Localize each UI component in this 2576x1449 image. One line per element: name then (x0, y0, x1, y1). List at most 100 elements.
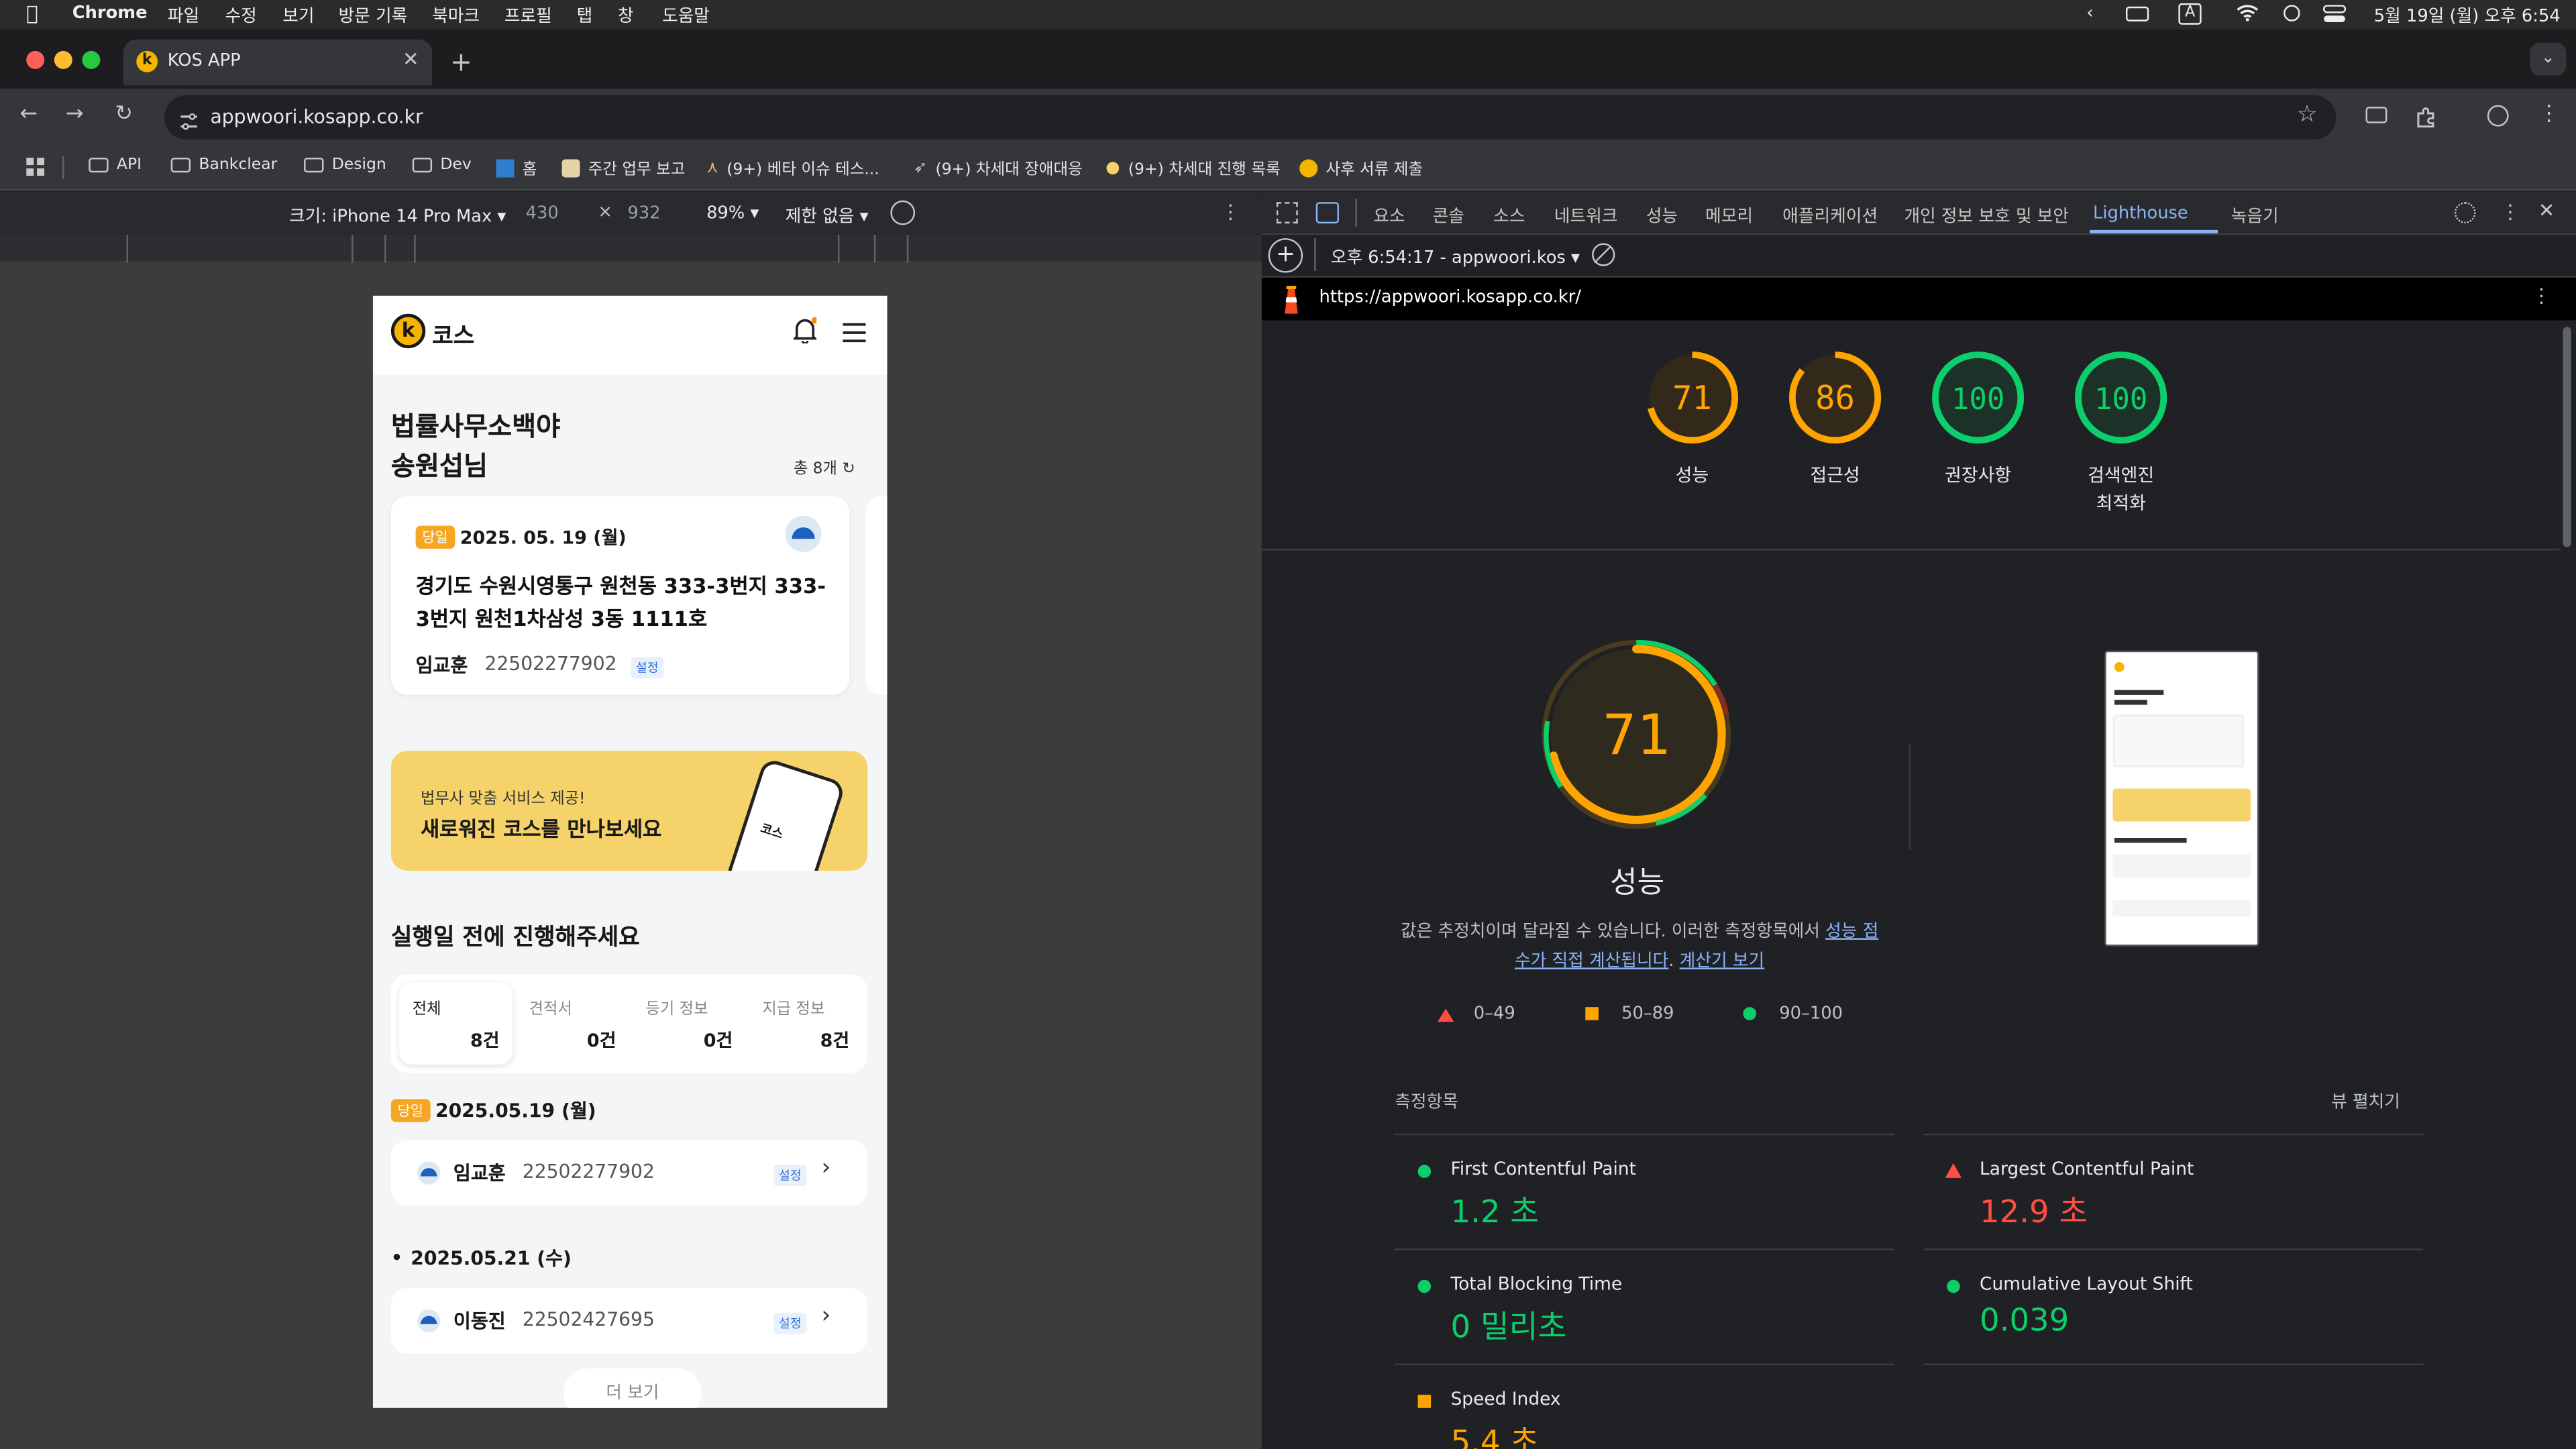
scrollbar-thumb[interactable] (2563, 327, 2571, 547)
next-card-peek[interactable] (865, 496, 888, 695)
calculator-link[interactable]: 계산기 보기 (1680, 951, 1764, 971)
control-center-icon[interactable] (2322, 5, 2347, 23)
menu-help[interactable]: 도움말 (662, 3, 710, 28)
bookmark-post-docs[interactable]: 사후 서류 제출 (1299, 156, 1423, 179)
device-toggle-icon[interactable] (1316, 202, 1339, 224)
rotate-icon[interactable] (890, 200, 916, 225)
list-item[interactable]: 이동진 22502427695 설정 › (390, 1288, 868, 1354)
wifi-icon[interactable] (2236, 3, 2259, 26)
refresh-icon[interactable]: ↻ (842, 460, 855, 478)
bookmark-api[interactable]: API (89, 156, 142, 174)
score-gauge[interactable]: 100 (1931, 350, 2026, 445)
filter-tab-registry[interactable]: 등기 정보 0건 (633, 983, 746, 1065)
devtools-tab-privacy[interactable]: 개인 정보 보호 및 보안 (1904, 204, 2069, 229)
score-gauge[interactable]: 86 (1788, 350, 1883, 445)
omnibox[interactable]: appwoori.kosapp.co.kr ☆ (164, 95, 2337, 140)
viewport-height-input[interactable]: 932 (628, 204, 661, 223)
case-card[interactable]: 당일 2025. 05. 19 (월) 경기도 수원시영통구 원천동 333-3… (390, 496, 850, 695)
tab-search-chevron-icon[interactable]: ⌄ (2530, 42, 2567, 76)
hamburger-menu-icon[interactable] (843, 319, 866, 343)
menu-chrome[interactable]: Chrome (72, 3, 148, 23)
display-icon[interactable] (2126, 6, 2149, 21)
divider (1314, 238, 1316, 272)
filter-tab-payment[interactable]: 지급 정보 8건 (749, 983, 863, 1065)
report-select[interactable]: 오후 6:54:17 - appwoori.kos ▾ (1331, 245, 1580, 270)
more-button[interactable]: 더 보기 (564, 1368, 702, 1408)
final-screenshot-thumbnail[interactable] (2104, 650, 2259, 947)
extensions-puzzle-icon[interactable] (2415, 103, 2436, 128)
bookmark-home[interactable]: 홈 (496, 156, 537, 179)
menu-window[interactable]: 창 (618, 3, 634, 28)
devtools-tab-sources[interactable]: 소스 (1493, 204, 1525, 229)
throttle-select[interactable]: 제한 없음 ▾ (786, 204, 869, 229)
menu-tab[interactable]: 탭 (577, 3, 593, 28)
list-item[interactable]: 임교훈 22502277902 설정 › (390, 1140, 868, 1206)
input-source-icon[interactable]: A (2178, 3, 2202, 25)
site-settings-icon[interactable] (179, 107, 199, 130)
devtools-tab-performance[interactable]: 성능 (1646, 204, 1678, 229)
bookmark-weekly-report[interactable]: 주간 업무 보고 (561, 156, 685, 179)
bookmark-design[interactable]: Design (304, 156, 386, 174)
score-gauge[interactable]: 100 (2074, 350, 2169, 445)
settings-gear-icon[interactable] (2454, 202, 2476, 224)
devtools-tab-elements[interactable]: 요소 (1373, 204, 1405, 229)
browser-tab-active[interactable]: k KOS APP ✕ (123, 39, 433, 86)
score-gauge[interactable]: 71 (1644, 350, 1739, 445)
bookmark-beta-issue[interactable]: ⋏ (9+) 베타 이슈 테스... (706, 156, 879, 179)
devtools-tab-recorder[interactable]: 녹음기 (2231, 204, 2279, 229)
camera-icon[interactable] (2365, 107, 2387, 123)
device-toolbar-kebab-icon[interactable]: ⋮ (1221, 201, 1240, 223)
window-minimize-button[interactable] (54, 50, 72, 69)
menu-bookmarks[interactable]: 북마크 (432, 3, 480, 28)
bookmark-dev[interactable]: Dev (412, 156, 472, 174)
notes-favicon-icon (561, 158, 580, 177)
bell-icon[interactable] (792, 317, 818, 345)
filter-tab-quote[interactable]: 견적서 0건 (516, 983, 629, 1065)
chevron-left-icon[interactable]: ‹ (2086, 3, 2093, 23)
new-report-plus-icon[interactable]: + (1268, 238, 1303, 273)
clear-reports-icon[interactable] (1592, 243, 1615, 266)
apps-grid-icon[interactable] (26, 158, 45, 176)
report-kebab-icon[interactable]: ⋮ (2532, 284, 2551, 307)
promo-banner[interactable]: 법무사 맞춤 서비스 제공! 새로워진 코스를 만나보세요 코스 (390, 751, 868, 871)
inspect-element-icon[interactable] (1276, 202, 1298, 224)
menu-view[interactable]: 보기 (282, 3, 314, 28)
bookmark-star-icon[interactable]: ☆ (2297, 102, 2318, 128)
close-devtools-icon[interactable]: ✕ (2538, 199, 2555, 221)
back-arrow-icon[interactable]: ← (19, 102, 38, 127)
report-url[interactable]: https://appwoori.kosapp.co.kr/ (1320, 288, 1581, 307)
close-tab-icon[interactable]: ✕ (402, 48, 419, 70)
bookmark-progress[interactable]: ● (9+) 차세대 진행 목록 (1106, 156, 1280, 179)
devtools-tab-application[interactable]: 애플리케이션 (1782, 204, 1878, 229)
profile-avatar-icon[interactable] (2487, 105, 2509, 127)
devtools-kebab-icon[interactable]: ⋮ (2500, 201, 2520, 223)
chrome-menu-kebab-icon[interactable]: ⋮ (2538, 102, 2560, 127)
expand-view-toggle[interactable]: 뷰 펼치기 (2331, 1089, 2400, 1114)
devtools-tab-lighthouse[interactable]: Lighthouse (2093, 204, 2188, 223)
url-text[interactable]: appwoori.kosapp.co.kr (210, 105, 423, 128)
devtools-tab-console[interactable]: 콘솔 (1433, 204, 1464, 229)
bookmark-incident[interactable]: ➶ (9+) 차세대 장애대응 (914, 156, 1083, 179)
new-tab-icon[interactable]: + (450, 46, 472, 78)
devtools-tab-memory[interactable]: 메모리 (1705, 204, 1753, 229)
window-close-button[interactable] (26, 50, 45, 69)
menu-profile[interactable]: 프로필 (504, 3, 552, 28)
thumb-line (2114, 837, 2187, 843)
forward-arrow-icon[interactable]: → (66, 102, 84, 127)
filter-tab-all[interactable]: 전체 8건 (399, 982, 513, 1065)
bookmark-bankclear[interactable]: Bankclear (170, 156, 277, 174)
viewport-width-input[interactable]: 430 (526, 204, 559, 223)
menu-edit[interactable]: 수정 (225, 3, 257, 28)
spotlight-search-icon[interactable] (2284, 5, 2300, 21)
report-scrollbar[interactable] (2559, 320, 2576, 1449)
reload-icon[interactable]: ↻ (115, 102, 133, 127)
window-zoom-button[interactable] (82, 50, 101, 69)
device-select[interactable]: 크기: iPhone 14 Pro Max ▾ (289, 204, 506, 229)
menu-history[interactable]: 방문 기록 (338, 3, 407, 28)
menubar-clock[interactable]: 5월 19일 (월) 오후 6:54 (2374, 3, 2561, 28)
zoom-select[interactable]: 89% ▾ (706, 204, 759, 223)
kos-logo-icon[interactable]: k (390, 313, 426, 349)
menu-file[interactable]: 파일 (168, 3, 199, 28)
apple-icon[interactable]:  (26, 1, 38, 24)
devtools-tab-network[interactable]: 네트워크 (1554, 204, 1618, 229)
